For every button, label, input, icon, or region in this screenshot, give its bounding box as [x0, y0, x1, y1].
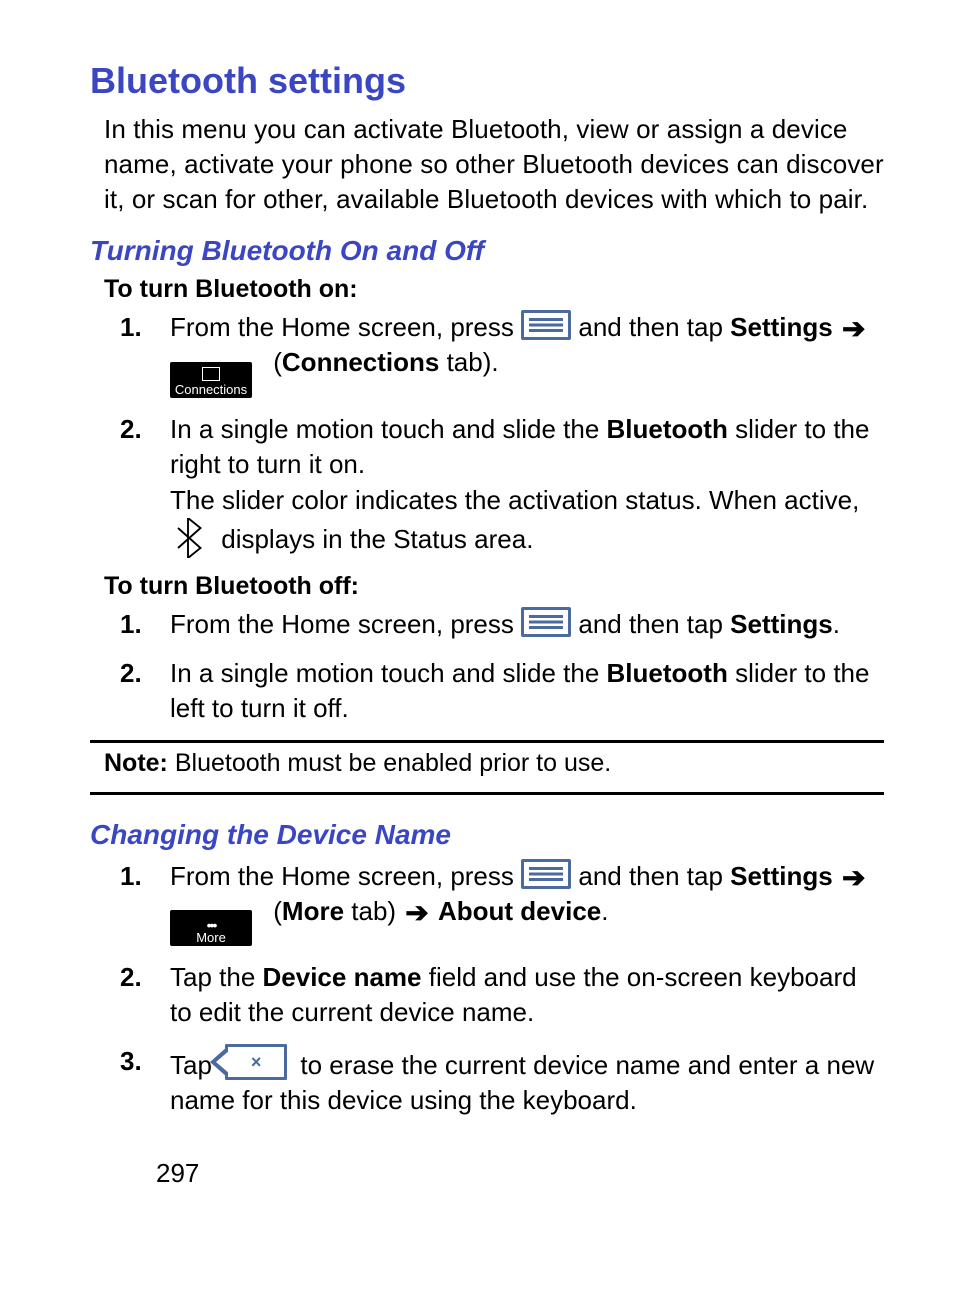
step-off-1: 1. From the Home screen, press and then …: [90, 607, 884, 642]
divider: [90, 792, 884, 795]
menu-icon: [521, 607, 571, 637]
step-on-2: 2. In a single motion touch and slide th…: [90, 412, 884, 557]
step-number: 2.: [120, 412, 142, 447]
step-text: tab).: [439, 347, 498, 377]
step-name-3: 3. Tap × to erase the current device nam…: [90, 1044, 884, 1118]
divider: [90, 740, 884, 743]
step-text: In a single motion touch and slide the: [170, 658, 607, 688]
step-name-2: 2. Tap the Device name field and use the…: [90, 960, 884, 1030]
step-number: 2.: [120, 960, 142, 995]
about-device-bold: About device: [438, 896, 601, 926]
subsection-on-off: Turning Bluetooth On and Off: [90, 235, 884, 267]
step-name-1: 1. From the Home screen, press and then …: [90, 859, 884, 946]
note-label: Note:: [104, 749, 168, 777]
settings-label: Settings: [730, 312, 833, 342]
step-number: 2.: [120, 656, 142, 691]
label-turn-off: To turn Bluetooth off:: [104, 572, 884, 601]
step-text: Tap the: [170, 962, 263, 992]
steps-device-name: 1. From the Home screen, press and then …: [90, 859, 884, 1118]
settings-label: Settings: [730, 861, 833, 891]
settings-label: Settings: [730, 609, 833, 639]
connections-tab-icon: Connections: [170, 362, 252, 398]
backspace-icon: ×: [225, 1044, 287, 1080]
note-text: Bluetooth must be enabled prior to use.: [168, 749, 611, 777]
step-number: 1.: [120, 607, 142, 642]
page-number: 297: [156, 1158, 884, 1189]
step-text: tab): [344, 896, 403, 926]
menu-icon: [521, 310, 571, 340]
bluetooth-bold: Bluetooth: [607, 414, 728, 444]
step-text: and then tap: [578, 312, 730, 342]
device-name-bold: Device name: [263, 962, 422, 992]
menu-icon: [521, 859, 571, 889]
step-text: In a single motion touch and slide the: [170, 414, 607, 444]
subsection-device-name: Changing the Device Name: [90, 819, 884, 851]
step-number: 1.: [120, 310, 142, 345]
step-text: and then tap: [578, 609, 730, 639]
step-text: From the Home screen, press: [170, 861, 521, 891]
more-tab-icon: ••• More: [170, 910, 252, 946]
bluetooth-icon: [170, 518, 206, 558]
connections-bold: Connections: [282, 347, 439, 377]
step-off-2: 2. In a single motion touch and slide th…: [90, 656, 884, 726]
period: .: [601, 896, 608, 926]
step-text: From the Home screen, press: [170, 609, 521, 639]
step-text: displays in the Status area.: [221, 524, 533, 554]
steps-turn-on: 1. From the Home screen, press and then …: [90, 310, 884, 557]
step-text: From the Home screen, press: [170, 312, 521, 342]
step-text: and then tap: [578, 861, 730, 891]
step-number: 3.: [120, 1044, 142, 1079]
bluetooth-bold: Bluetooth: [607, 658, 728, 688]
more-bold: More: [282, 896, 344, 926]
step-number: 1.: [120, 859, 142, 894]
page-title: Bluetooth settings: [90, 60, 884, 102]
period: .: [833, 609, 840, 639]
step-text: (: [273, 896, 282, 926]
intro-paragraph: In this menu you can activate Bluetooth,…: [104, 112, 884, 217]
step-text: (: [273, 347, 282, 377]
step-on-1: 1. From the Home screen, press and then …: [90, 310, 884, 398]
note: Note: Bluetooth must be enabled prior to…: [104, 749, 884, 778]
label-turn-on: To turn Bluetooth on:: [104, 275, 884, 304]
steps-turn-off: 1. From the Home screen, press and then …: [90, 607, 884, 726]
step-text: The slider color indicates the activatio…: [170, 485, 859, 515]
